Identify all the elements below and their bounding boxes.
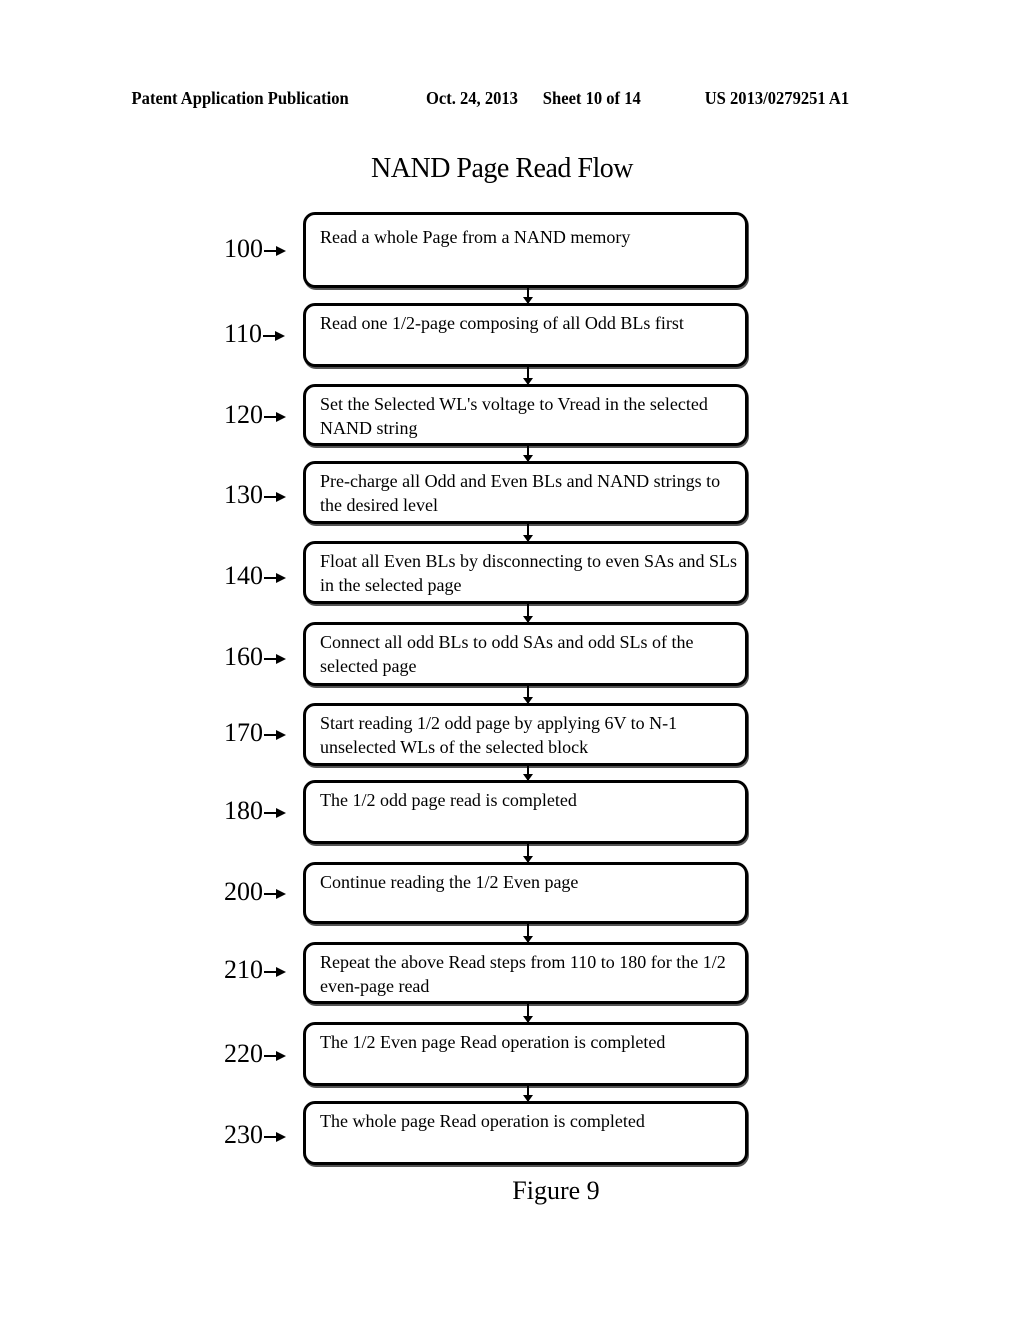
step-text: The 1/2 Even page Read operation is comp… [320,1032,666,1052]
connector-arrow [523,367,533,385]
connector-arrow [523,766,533,781]
step-text: Set the Selected WL's voltage to Vread i… [320,394,708,438]
step-text: Read a whole Page from a NAND memory [320,227,631,247]
step-text: The whole page Read operation is complet… [320,1111,645,1131]
ref-number: 200 [224,877,263,906]
step-text: Pre-charge all Odd and Even BLs and NAND… [320,471,721,515]
connector-arrow [523,604,533,623]
diagram-title: NAND Page Read Flow [371,153,633,184]
connector-arrow [523,1004,533,1023]
flow-step: Pre-charge all Odd and Even BLs and NAND… [303,461,748,524]
flow-step: The whole page Read operation is complet… [303,1101,748,1165]
publication-label: Patent Application Publication [131,88,349,108]
connector-arrow [523,686,533,704]
step-text: Continue reading the 1/2 Even page [320,872,579,892]
step-text: Read one 1/2-page composing of all Odd B… [320,313,684,333]
step-ref-120: 120 [224,400,294,430]
connector-arrow [523,924,533,943]
step-ref-200: 200 [224,877,294,907]
flow-step: Read a whole Page from a NAND memory [303,212,748,288]
flow-step: The 1/2 odd page read is completed [303,780,748,844]
arrow-right-icon [264,808,286,819]
arrow-right-icon [264,889,286,900]
ref-number: 100 [224,234,263,263]
arrow-right-icon [264,246,286,257]
step-ref-210: 210 [224,955,294,985]
ref-number: 170 [224,718,263,747]
patent-number: US 2013/0279251 A1 [704,88,850,108]
connector-arrow [523,844,533,863]
step-ref-230: 230 [224,1120,294,1150]
patent-header: Patent Application Publication Oct. 24, … [0,88,942,114]
arrow-right-icon [264,730,286,741]
step-ref-110: 110 [224,319,294,349]
step-ref-220: 220 [224,1039,294,1069]
ref-number: 110 [224,319,263,348]
connector-arrow [523,446,533,462]
ref-number: 160 [224,642,263,671]
step-ref-140: 140 [224,561,294,591]
step-ref-180: 180 [224,796,294,826]
flow-step: Float all Even BLs by disconnecting to e… [303,541,748,604]
flow-step: Set the Selected WL's voltage to Vread i… [303,384,748,446]
ref-number: 130 [224,480,263,509]
step-text: Float all Even BLs by disconnecting to e… [320,551,737,595]
ref-number: 140 [224,561,263,590]
ref-number: 120 [224,400,263,429]
flow-step: Read one 1/2-page composing of all Odd B… [303,303,748,367]
arrow-right-icon [264,573,286,584]
connector-arrow [523,1086,533,1102]
arrow-right-icon [264,967,286,978]
connector-arrow [523,524,533,542]
step-text: Repeat the above Read steps from 110 to … [320,952,726,996]
figure-label: Figure 9 [512,1176,600,1205]
flow-step: Connect all odd BLs to odd SAs and odd S… [303,622,748,686]
ref-number: 180 [224,796,263,825]
step-text: The 1/2 odd page read is completed [320,790,577,810]
publication-date: Oct. 24, 2013 [425,88,518,108]
flow-step: Continue reading the 1/2 Even page [303,862,748,924]
flow-step: The 1/2 Even page Read operation is comp… [303,1022,748,1086]
arrow-right-icon [263,331,286,342]
arrow-right-icon [264,412,286,423]
step-text: Connect all odd BLs to odd SAs and odd S… [320,632,694,676]
flow-step: Start reading 1/2 odd page by applying 6… [303,703,748,766]
ref-number: 210 [224,955,263,984]
step-text: Start reading 1/2 odd page by applying 6… [320,713,678,757]
ref-number: 230 [224,1120,263,1149]
flow-step: Repeat the above Read steps from 110 to … [303,942,748,1004]
connector-arrow [523,288,533,304]
step-ref-160: 160 [224,642,294,672]
step-ref-170: 170 [224,718,294,748]
sheet-number: Sheet 10 of 14 [542,88,641,108]
arrow-right-icon [264,654,286,665]
arrow-right-icon [264,1051,286,1062]
ref-number: 220 [224,1039,263,1068]
step-ref-100: 100 [224,234,294,264]
arrow-right-icon [264,492,286,503]
arrow-right-icon [264,1132,286,1143]
step-ref-130: 130 [224,480,294,510]
